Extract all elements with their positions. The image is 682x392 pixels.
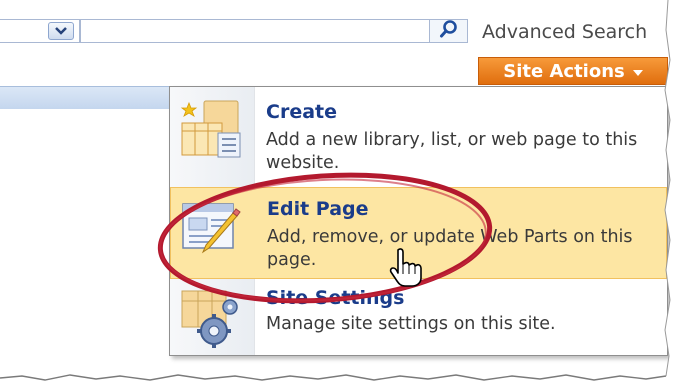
chevron-down-icon[interactable] <box>48 22 74 40</box>
search-input[interactable] <box>80 19 430 43</box>
edit-page-icon <box>179 194 243 258</box>
create-icon <box>178 97 242 161</box>
search-button[interactable] <box>430 19 468 43</box>
site-actions-button[interactable]: Site Actions <box>478 57 668 85</box>
advanced-search-link[interactable]: Advanced Search <box>482 21 647 43</box>
top-navigation-bar <box>0 86 170 109</box>
menu-item-create[interactable]: Create Add a new library, list, or web p… <box>170 91 667 183</box>
menu-item-title: Create <box>266 101 337 123</box>
search-icon <box>439 19 459 43</box>
hand-cursor-icon <box>388 248 424 288</box>
site-settings-icon <box>178 289 242 353</box>
menu-item-description: Manage site settings on this site. <box>266 314 556 334</box>
scope-dropdown[interactable] <box>0 19 80 43</box>
menu-item-description: Add a new library, list, or web page to … <box>266 130 638 173</box>
menu-item-site-settings[interactable]: Site Settings Manage site settings on th… <box>170 283 667 353</box>
sharepoint-page: Advanced Search Site Actions Create Add … <box>0 0 668 378</box>
site-actions-menu: Create Add a new library, list, or web p… <box>169 86 668 356</box>
menu-item-description: Add, remove, or update Web Parts on this… <box>267 227 633 270</box>
menu-item-title: Site Settings <box>266 287 405 309</box>
menu-item-title: Edit Page <box>267 198 369 220</box>
chevron-down-icon <box>632 61 643 82</box>
site-actions-label: Site Actions <box>503 60 625 82</box>
